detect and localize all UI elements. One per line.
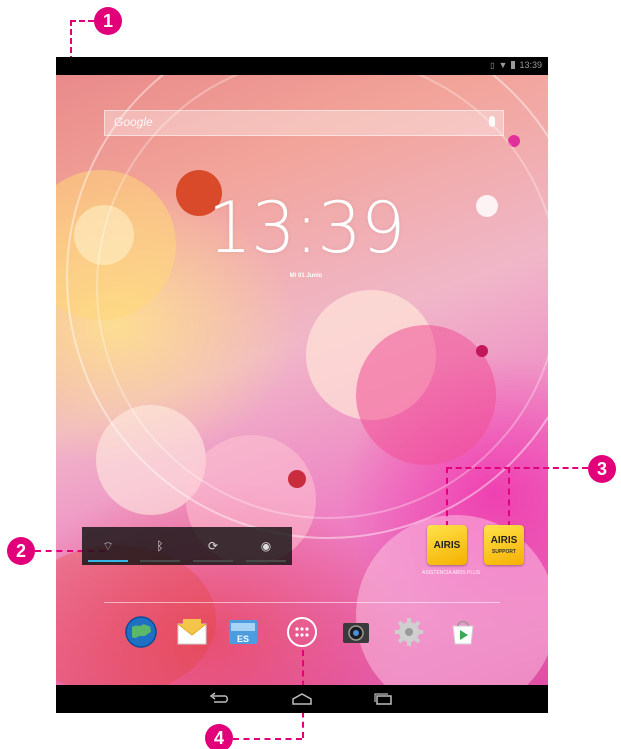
home-button[interactable] <box>287 689 317 709</box>
callout-3-leader <box>508 467 510 527</box>
callout-1-leader <box>70 20 72 62</box>
toggle-indicator <box>193 560 233 562</box>
wifi-icon: ⌔ <box>102 538 114 553</box>
toggle-indicator <box>140 560 180 562</box>
callout-4: 4 <box>205 724 233 749</box>
wifi-status-icon: ▼ <box>498 60 508 70</box>
sync-icon: ⟳ <box>207 539 219 553</box>
toggle-indicator <box>246 560 286 562</box>
app-drawer-icon[interactable] <box>285 615 319 649</box>
notification-icon: ▯ <box>490 60 495 70</box>
navigation-bar <box>56 685 548 713</box>
airis-support-sub-text: SUPPORT <box>491 549 517 555</box>
back-icon <box>209 692 228 703</box>
callout-3-leader <box>446 467 448 527</box>
status-time: 13:39 <box>519 60 542 70</box>
back-button[interactable] <box>204 689 234 709</box>
camera-icon[interactable] <box>339 615 373 649</box>
google-search-bar[interactable]: Google <box>104 110 504 136</box>
dock-divider <box>104 602 500 603</box>
brightness-icon: ◉ <box>260 539 272 553</box>
tablet-screen: ▯ ▼ 13:39 Google 13:39 Mi 01 Junio ⌔ ᛒ ⟳… <box>56 57 548 713</box>
email-icon[interactable] <box>175 615 209 649</box>
bluetooth-toggle[interactable]: ᛒ <box>134 527 186 565</box>
battery-icon <box>511 61 516 69</box>
callout-2: 2 <box>7 537 35 565</box>
clock-time[interactable]: 13:39 <box>206 187 406 269</box>
bluetooth-icon: ᛒ <box>156 539 164 553</box>
sync-toggle[interactable]: ⟳ <box>187 527 239 565</box>
wallpaper <box>56 57 548 713</box>
settings-gear-icon[interactable] <box>392 615 426 649</box>
svg-text:ES: ES <box>237 634 249 644</box>
browser-globe-icon[interactable] <box>124 615 158 649</box>
google-label: Google <box>114 115 153 129</box>
mic-icon[interactable] <box>489 116 495 127</box>
wifi-toggle[interactable]: ⌔ <box>82 527 134 565</box>
callout-1-leader <box>70 20 94 22</box>
airis-support-logo-text: AIRIS <box>490 535 518 546</box>
power-control-widget: ⌔ ᛒ ⟳ ◉ <box>82 527 292 565</box>
callout-1: 1 <box>94 7 122 35</box>
status-icons: ▯ ▼ 13:39 <box>490 60 542 70</box>
recents-icon <box>374 693 392 705</box>
callout-3: 3 <box>588 455 616 483</box>
app-widgets-label: ASISTENCIA AIRIS PLUS <box>422 570 481 576</box>
airis-logo-text: AIRIS <box>433 539 461 551</box>
recents-button[interactable] <box>368 689 398 709</box>
manual-figure: ▯ ▼ 13:39 Google 13:39 Mi 01 Junio ⌔ ᛒ ⟳… <box>0 0 621 749</box>
toggle-indicator <box>88 560 128 562</box>
callout-4-leader <box>233 738 302 740</box>
brightness-toggle[interactable]: ◉ <box>240 527 292 565</box>
airis-support-app-icon[interactable]: AIRIS SUPPORT <box>484 525 524 565</box>
status-bar[interactable]: ▯ ▼ 13:39 <box>56 57 548 75</box>
play-store-icon[interactable] <box>446 615 480 649</box>
home-icon <box>292 693 312 705</box>
airis-app-icon[interactable]: AIRIS <box>427 525 467 565</box>
file-explorer-icon[interactable]: ES <box>226 615 260 649</box>
callout-3-leader <box>446 467 588 469</box>
clock-date: Mi 01 Junio <box>289 273 323 279</box>
